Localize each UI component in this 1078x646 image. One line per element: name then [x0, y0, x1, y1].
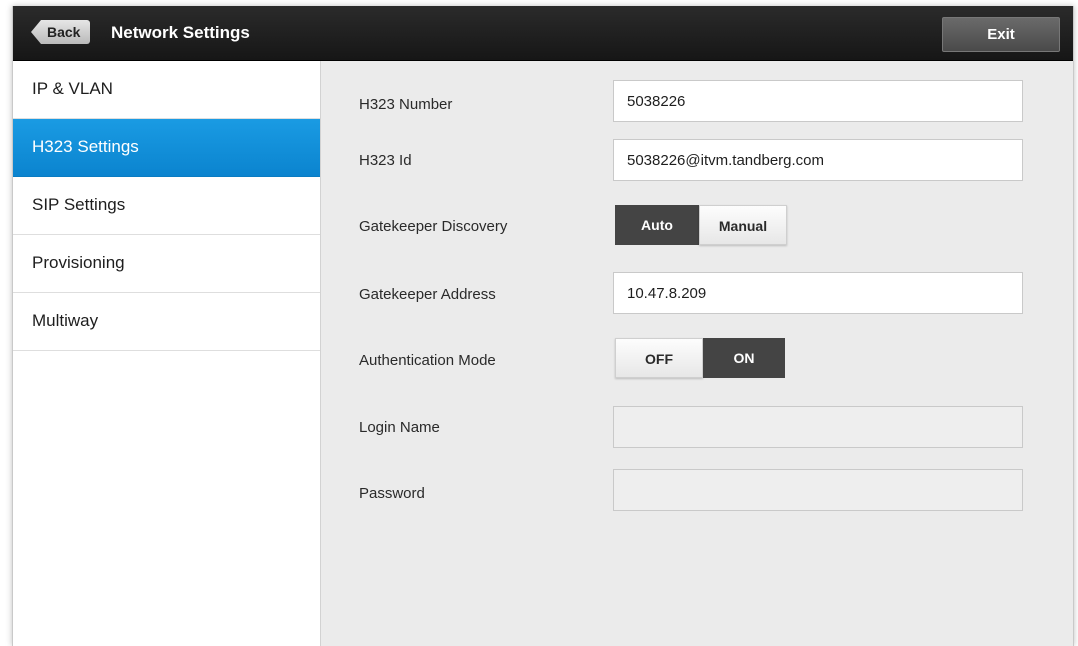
gatekeeper-discovery-label: Gatekeeper Discovery: [359, 218, 508, 235]
sidebar-item-provisioning[interactable]: Provisioning: [13, 235, 320, 293]
sidebar-item-sip-settings[interactable]: SIP Settings: [13, 177, 320, 235]
h323-number-label: H323 Number: [359, 96, 453, 113]
password-label: Password: [359, 485, 425, 502]
title-bar: Back Network Settings Exit: [13, 6, 1073, 61]
gatekeeper-address-field[interactable]: 10.47.8.209: [613, 272, 1023, 314]
sidebar-item-h323-settings[interactable]: H323 Settings: [13, 119, 320, 177]
authentication-mode-toggle: OFF ON: [615, 338, 785, 378]
login-name-field[interactable]: [613, 406, 1023, 448]
exit-button[interactable]: Exit: [942, 17, 1060, 52]
settings-form: H323 Number 5038226 H323 Id 5038226@itvm…: [321, 61, 1073, 646]
h323-id-field[interactable]: 5038226@itvm.tandberg.com: [613, 139, 1023, 181]
sidebar-item-multiway[interactable]: Multiway: [13, 293, 320, 351]
settings-window: Back Network Settings Exit IP & VLAN H32…: [12, 6, 1074, 646]
authentication-mode-off-option[interactable]: OFF: [615, 338, 703, 378]
gatekeeper-discovery-toggle: Auto Manual: [615, 205, 787, 245]
page-title: Network Settings: [111, 23, 250, 42]
h323-id-label: H323 Id: [359, 152, 412, 169]
gatekeeper-discovery-manual-option[interactable]: Manual: [699, 205, 787, 245]
sidebar-item-ip-vlan[interactable]: IP & VLAN: [13, 61, 320, 119]
authentication-mode-on-option[interactable]: ON: [703, 338, 785, 378]
authentication-mode-label: Authentication Mode: [359, 352, 496, 369]
sidebar: IP & VLAN H323 Settings SIP Settings Pro…: [13, 61, 321, 646]
gatekeeper-address-label: Gatekeeper Address: [359, 286, 496, 303]
gatekeeper-discovery-auto-option[interactable]: Auto: [615, 205, 699, 245]
back-button[interactable]: Back: [31, 20, 91, 44]
login-name-label: Login Name: [359, 419, 440, 436]
h323-number-field[interactable]: 5038226: [613, 80, 1023, 122]
password-field[interactable]: [613, 469, 1023, 511]
